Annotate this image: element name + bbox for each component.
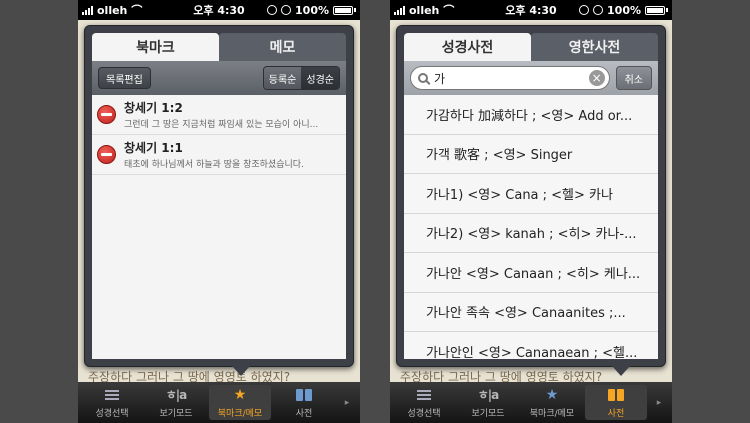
signal-icon: [394, 5, 405, 15]
bookmark-title: 창세기 1:2: [124, 101, 183, 115]
list-item[interactable]: 가객 歌客 ; <영> Singer: [404, 135, 658, 174]
view-mode-icon: ㅎ|a: [477, 388, 500, 402]
list-icon: [417, 389, 431, 400]
list-item[interactable]: 창세기 1:2 그런데 그 땅은 지금처럼 짜임새 있는 모습이 아니...: [92, 95, 346, 135]
tab-label: 사전: [607, 408, 625, 419]
clear-icon[interactable]: ×: [588, 70, 605, 86]
carrier-label: olleh: [409, 3, 440, 17]
status-bar: olleh ⌒ 오후 4:30 100%: [78, 0, 360, 20]
tab-bookmark[interactable]: 북마크: [92, 33, 219, 61]
status-time: 오후 4:30: [193, 4, 245, 17]
signal-icon: [82, 5, 93, 15]
entry-text: 가나1) <영> Cana ; <헬> 카나: [426, 187, 613, 203]
star-icon: ★: [545, 386, 559, 403]
tab-bible-dictionary[interactable]: 성경사전: [404, 33, 531, 61]
popover-arrow: [232, 366, 250, 376]
tab-bible-select[interactable]: 성경선택: [81, 385, 143, 420]
tab-dictionary[interactable]: 사전: [273, 385, 335, 420]
screenshot-canvas: olleh ⌒ 오후 4:30 100% 주장하다 그러나 그 땅에 영영토 하…: [0, 0, 750, 423]
battery-percent: 100%: [607, 3, 641, 17]
tab-label: 성경선택: [407, 408, 441, 419]
tab-label: 성경선택: [95, 408, 129, 419]
popover-arrow: [612, 366, 630, 376]
entry-text: 가나안인 <영> Cananaean ; <헬...: [426, 345, 638, 359]
book-icon: [296, 388, 312, 401]
tab-bookmark-memo[interactable]: ★ 북마크/메모: [521, 385, 583, 420]
list-item[interactable]: 가나2) <영> kanah ; <히> 카나-...: [404, 214, 658, 253]
phone-dictionary: olleh ⌒ 오후 4:30 100% 주장하다 그러나 그 땅에 영영토 하…: [390, 0, 672, 423]
dictionary-results: 가감하다 加減하다 ; <영> Add or... 가객 歌客 ; <영> Si…: [404, 95, 658, 359]
tab-label: 보기모드: [471, 408, 505, 419]
rotation-lock-icon: [579, 5, 590, 15]
entry-text: 가나안 족속 <영> Canaanites ;...: [426, 306, 626, 322]
search-bar: × 취소: [404, 61, 658, 95]
list-icon: [105, 389, 119, 400]
bottom-tab-bar: 성경선택 ㅎ|a 보기모드 ★ 북마크/메모 사전 ▸: [78, 382, 360, 423]
status-bar: olleh ⌒ 오후 4:30 100%: [390, 0, 672, 20]
bookmark-list: 창세기 1:2 그런데 그 땅은 지금처럼 짜임새 있는 모습이 아니... 창…: [92, 95, 346, 359]
entry-text: 가감하다 加減하다 ; <영> Add or...: [426, 108, 633, 124]
tab-view-mode[interactable]: ㅎ|a 보기모드: [145, 385, 207, 420]
tab-label: 보기모드: [159, 408, 193, 419]
list-item[interactable]: 가감하다 加減하다 ; <영> Add or...: [404, 95, 658, 135]
popover-tabs: 북마크 메모: [92, 33, 346, 61]
entry-text: 가나안 <영> Canaan ; <히> 케나...: [426, 266, 641, 282]
sort-by-bible-button[interactable]: 성경순: [301, 67, 339, 89]
entry-text: 가나2) <영> kanah ; <히> 카나-...: [426, 227, 637, 243]
tab-memo[interactable]: 메모: [219, 33, 346, 61]
carrier-label: olleh: [97, 3, 128, 17]
tab-label: 사전: [295, 408, 313, 419]
bottom-tab-bar: 성경선택 ㅎ|a 보기모드 ★ 북마크/메모 사전 ▸: [390, 382, 672, 423]
list-item[interactable]: 가나안인 <영> Cananaean ; <헬...: [404, 332, 658, 359]
wifi-icon: ⌒: [443, 4, 455, 17]
more-arrow-icon[interactable]: ▸: [648, 382, 670, 423]
dictionary-popover: 성경사전 영한사전 × 취소 가감하다 加減하다 ; <영> Add or...…: [396, 25, 666, 367]
tab-label: 북마크/메모: [217, 408, 263, 419]
list-item[interactable]: 가나1) <영> Cana ; <헬> 카나: [404, 174, 658, 214]
battery-percent: 100%: [295, 3, 329, 17]
delete-icon[interactable]: [97, 105, 116, 124]
tab-english-korean-dictionary[interactable]: 영한사전: [531, 33, 658, 61]
edit-list-button[interactable]: 목록편집: [98, 67, 151, 89]
book-icon: [608, 388, 624, 401]
bookmark-toolbar: 목록편집 등록순 성경순: [92, 61, 346, 95]
list-item[interactable]: 가나안 족속 <영> Canaanites ;...: [404, 293, 658, 332]
alarm-icon: [281, 5, 292, 15]
bookmark-snippet: 그런데 그 땅은 지금처럼 짜임새 있는 모습이 아니...: [124, 120, 319, 130]
delete-icon[interactable]: [97, 145, 116, 164]
list-item[interactable]: 창세기 1:1 태초에 하나님께서 하늘과 땅을 창조하셨습니다.: [92, 135, 346, 175]
bookmark-title: 창세기 1:1: [124, 141, 183, 155]
status-time: 오후 4:30: [505, 4, 557, 17]
tab-bookmark-memo[interactable]: ★ 북마크/메모: [209, 385, 271, 420]
view-mode-icon: ㅎ|a: [165, 388, 188, 402]
cancel-button[interactable]: 취소: [615, 66, 652, 90]
more-arrow-icon[interactable]: ▸: [336, 382, 358, 423]
sort-segmented-control: 등록순 성경순: [262, 66, 340, 90]
search-icon: [418, 73, 428, 83]
entry-text: 가객 歌客 ; <영> Singer: [426, 148, 573, 164]
rotation-lock-icon: [267, 5, 278, 15]
list-item[interactable]: 가나안 <영> Canaan ; <히> 케나...: [404, 253, 658, 293]
battery-icon: [645, 5, 665, 15]
tab-view-mode[interactable]: ㅎ|a 보기모드: [457, 385, 519, 420]
search-input[interactable]: [434, 71, 589, 85]
search-field: ×: [410, 66, 610, 90]
alarm-icon: [593, 5, 604, 15]
bookmark-popover: 북마크 메모 목록편집 등록순 성경순 창세기 1:2 그런데 그 땅은 지금처…: [84, 25, 354, 367]
tab-label: 북마크/메모: [529, 408, 575, 419]
battery-icon: [333, 5, 353, 15]
bookmark-snippet: 태초에 하나님께서 하늘과 땅을 창조하셨습니다.: [124, 160, 304, 170]
phone-bookmarks: olleh ⌒ 오후 4:30 100% 주장하다 그러나 그 땅에 영영토 하…: [78, 0, 360, 423]
tab-bible-select[interactable]: 성경선택: [393, 385, 455, 420]
popover-tabs: 성경사전 영한사전: [404, 33, 658, 61]
tab-dictionary[interactable]: 사전: [585, 385, 647, 420]
star-icon: ★: [233, 386, 247, 403]
wifi-icon: ⌒: [131, 4, 143, 17]
sort-by-registration-button[interactable]: 등록순: [263, 67, 302, 89]
